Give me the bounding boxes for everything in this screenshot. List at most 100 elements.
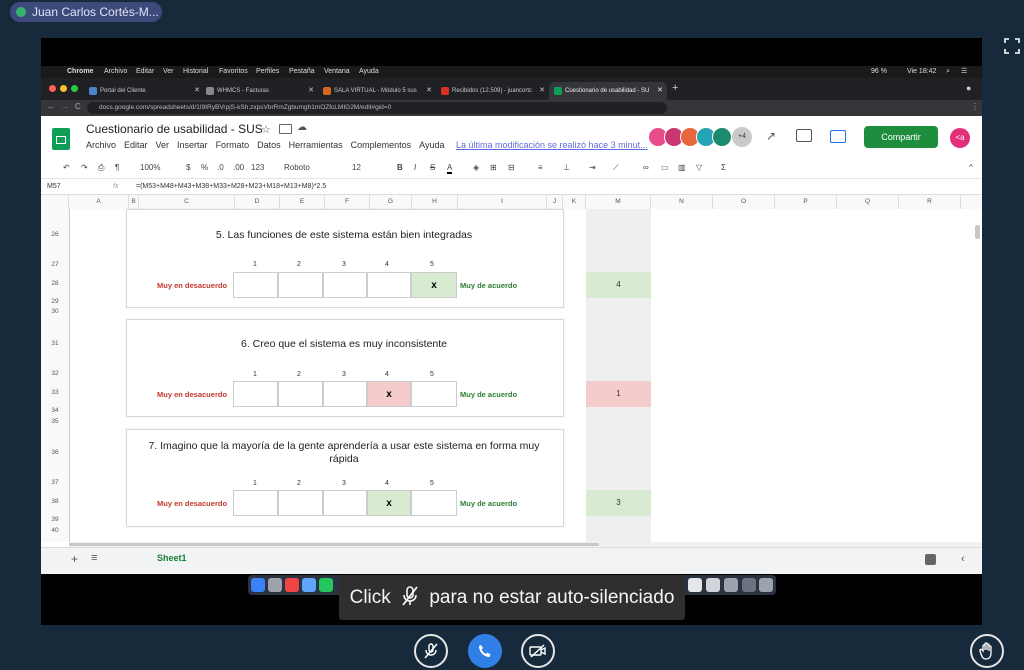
paint-format-icon[interactable]: ¶	[115, 163, 119, 172]
text-rotation-icon[interactable]: ⟋	[613, 163, 619, 173]
window-close-dot[interactable]	[49, 85, 56, 92]
window-maximize-dot[interactable]	[71, 85, 78, 92]
browser-tab[interactable]: SALA VIRTUAL - Módulo 5 sus ✕	[318, 82, 436, 100]
sheets-logo-icon[interactable]	[52, 128, 70, 150]
row-header[interactable]: 40	[41, 527, 69, 534]
menu-complementos[interactable]: Complementos	[351, 140, 412, 150]
auto-mute-toast[interactable]: Click para no estar auto-silenciado	[339, 575, 685, 620]
comments-icon[interactable]	[796, 129, 812, 142]
insert-chart-icon[interactable]: ▥	[678, 163, 686, 172]
column-header[interactable]: Q	[837, 195, 899, 209]
sheet-tab-sheet1[interactable]: Sheet1	[157, 553, 187, 563]
collapse-side-panel-icon[interactable]: ‹	[961, 553, 965, 565]
column-header[interactable]: P	[775, 195, 837, 209]
dock-app-icon[interactable]	[742, 578, 756, 592]
mac-menu-perfiles[interactable]: Perfiles	[256, 66, 279, 78]
column-header[interactable]: K	[563, 195, 586, 209]
mac-menu-pestana[interactable]: Pestaña	[289, 66, 315, 78]
collaborator-avatar[interactable]	[712, 127, 732, 147]
column-header[interactable]: N	[651, 195, 713, 209]
column-header[interactable]: D	[235, 195, 280, 209]
last-modified-link[interactable]: La última modificación se realizó hace 3…	[456, 140, 648, 150]
borders-icon[interactable]: ⊞	[490, 163, 497, 172]
new-tab-icon[interactable]: +	[672, 82, 678, 94]
horizontal-align-icon[interactable]: ≡	[538, 163, 543, 172]
option-cell-5[interactable]	[411, 381, 457, 407]
font-select[interactable]: Roboto	[284, 163, 310, 172]
activity-trend-icon[interactable]: ↗	[766, 129, 776, 143]
mac-menu-historial[interactable]: Historial	[183, 66, 208, 78]
option-cell-3[interactable]	[323, 490, 367, 516]
column-header[interactable]: M	[586, 195, 651, 209]
row-header[interactable]: 38	[41, 498, 69, 505]
merge-cells-icon[interactable]: ⊟	[508, 163, 515, 172]
chrome-icon[interactable]	[319, 578, 333, 592]
trash-icon[interactable]	[759, 578, 773, 592]
row-header[interactable]: 39	[41, 516, 69, 523]
number-format-select[interactable]: 123	[251, 163, 264, 172]
filter-icon[interactable]: ▽	[696, 163, 702, 172]
row-header[interactable]: 34	[41, 407, 69, 414]
column-header[interactable]: R	[899, 195, 961, 209]
close-icon[interactable]: ✕	[308, 82, 314, 100]
row-header[interactable]: 31	[41, 340, 69, 347]
increase-decimal-button[interactable]: .00	[233, 163, 244, 172]
column-header[interactable]: J	[547, 195, 563, 209]
calendar-icon[interactable]	[285, 578, 299, 592]
menu-insertar[interactable]: Insertar	[177, 140, 208, 150]
present-icon[interactable]	[830, 130, 846, 143]
select-all-corner[interactable]	[41, 195, 69, 209]
column-header[interactable]: F	[325, 195, 370, 209]
redo-icon[interactable]: ↷	[81, 163, 88, 172]
score-cell[interactable]: 3	[586, 490, 651, 516]
close-icon[interactable]: ✕	[426, 82, 432, 100]
fill-color-icon[interactable]: ◈	[473, 163, 479, 172]
currency-button[interactable]: $	[186, 163, 190, 172]
spotlight-icon[interactable]: ⌕	[946, 66, 950, 78]
menu-editar[interactable]: Editar	[124, 140, 148, 150]
explore-icon[interactable]	[925, 554, 936, 565]
share-button[interactable]: Compartir	[864, 126, 938, 148]
option-cell-1[interactable]	[233, 272, 278, 298]
window-minimize-dot[interactable]	[60, 85, 67, 92]
column-header[interactable]: A	[69, 195, 129, 209]
user-avatar[interactable]: <a	[950, 128, 970, 148]
document-title[interactable]: Cuestionario de usabilidad - SUS	[86, 122, 263, 136]
row-header[interactable]: 36	[41, 449, 69, 456]
print-icon[interactable]: ⎙	[98, 163, 104, 173]
row-header[interactable]: 28	[41, 280, 69, 287]
row-header[interactable]: 32	[41, 370, 69, 377]
browser-menu-icon[interactable]: ⋮	[971, 102, 979, 111]
row-header[interactable]: 35	[41, 418, 69, 425]
camera-off-button[interactable]	[521, 634, 555, 668]
option-cell-3[interactable]	[323, 381, 367, 407]
row-header[interactable]: 27	[41, 261, 69, 268]
option-cell-1[interactable]	[233, 490, 278, 516]
all-sheets-icon[interactable]: ≡	[91, 552, 97, 564]
move-folder-icon[interactable]	[279, 124, 292, 134]
menu-herramientas[interactable]: Herramientas	[289, 140, 343, 150]
column-header[interactable]: I	[458, 195, 547, 209]
row-header[interactable]: 30	[41, 308, 69, 315]
scrollbar-thumb[interactable]	[69, 543, 599, 546]
option-cell-4-selected[interactable]: x	[367, 381, 411, 407]
cell-reference-box[interactable]: M57	[47, 180, 61, 194]
functions-button[interactable]: Σ	[721, 163, 726, 172]
reload-icon[interactable]: C	[75, 102, 81, 111]
raise-hand-button[interactable]	[970, 634, 1004, 668]
column-header[interactable]: O	[713, 195, 775, 209]
browser-tab[interactable]: Portal del Cliente ✕	[84, 82, 204, 100]
browser-tab-active[interactable]: Cuestionario de usabilidad - SU ✕	[549, 82, 667, 100]
column-header[interactable]: E	[280, 195, 325, 209]
launchpad-icon[interactable]	[268, 578, 282, 592]
menu-ver[interactable]: Ver	[156, 140, 170, 150]
option-cell-5[interactable]	[411, 490, 457, 516]
back-icon[interactable]: ←	[47, 102, 55, 111]
browser-tab[interactable]: Recibidos (12.509) - juancortc ✕	[436, 82, 549, 100]
option-cell-3[interactable]	[323, 272, 367, 298]
dock-app-icon[interactable]	[688, 578, 702, 592]
option-cell-1[interactable]	[233, 381, 278, 407]
column-header[interactable]: G	[370, 195, 412, 209]
url-input[interactable]: docs.google.com/spreadsheets/d/1I9tRyBVr…	[87, 102, 667, 114]
insert-link-icon[interactable]: ∞	[643, 163, 649, 172]
